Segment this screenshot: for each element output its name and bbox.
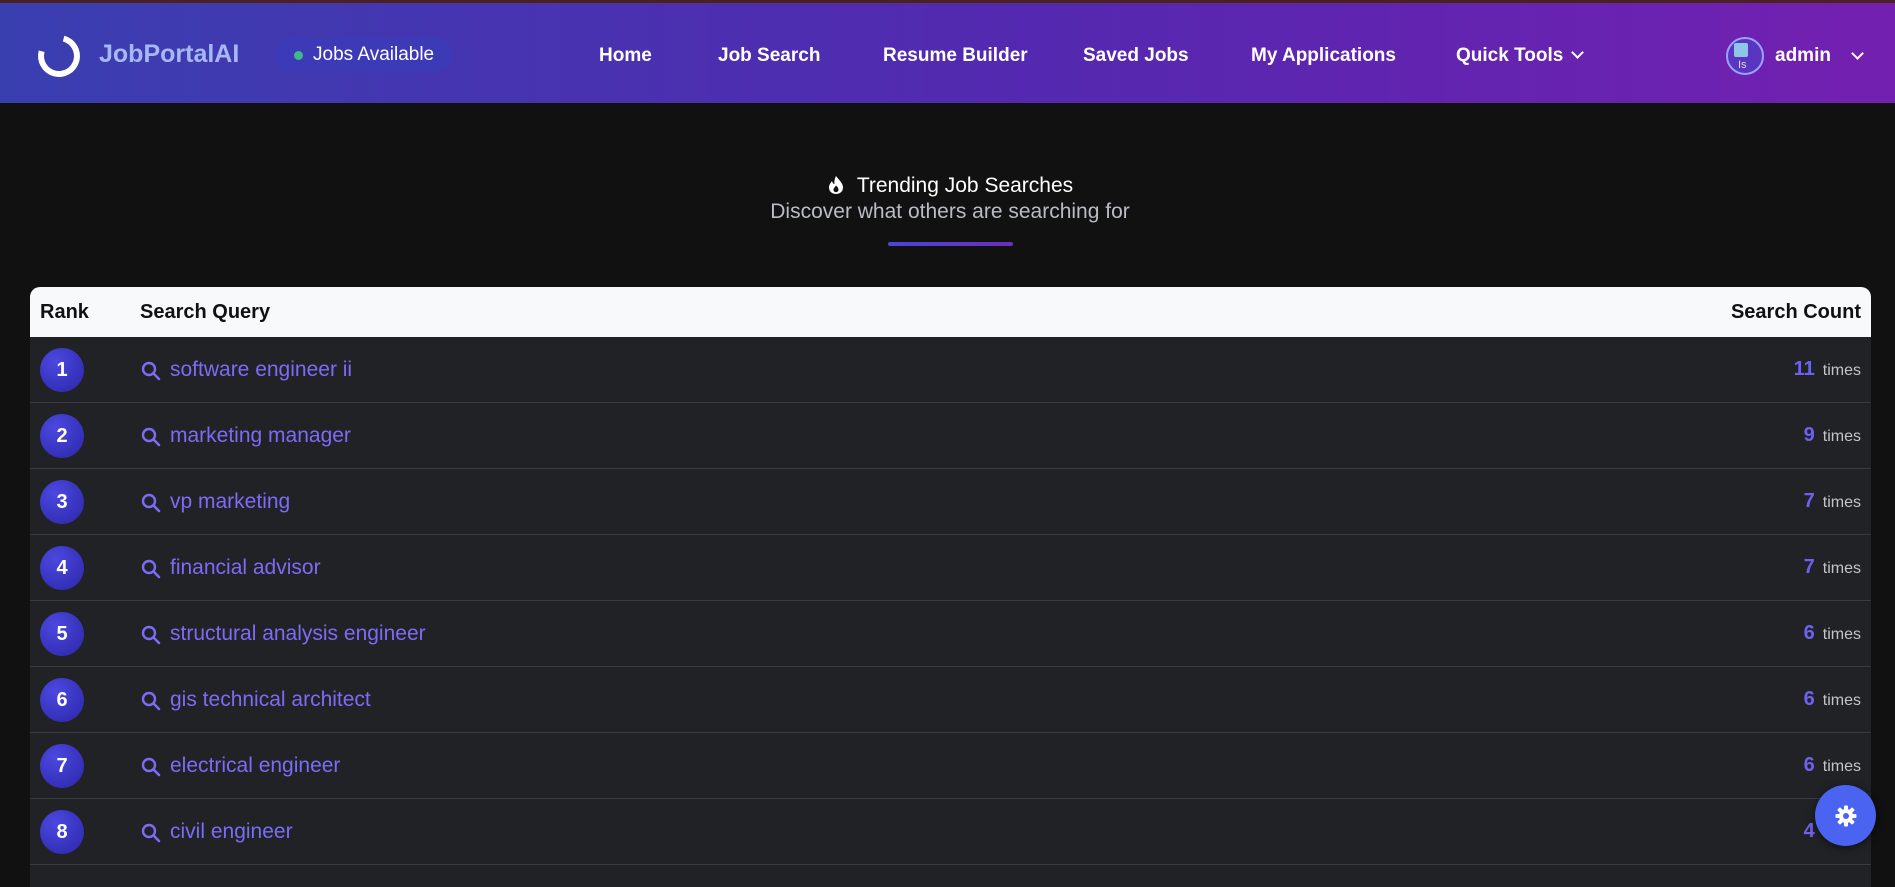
- table-row[interactable]: 7 electrical engineer 6 times: [30, 733, 1871, 799]
- header-rank: Rank: [40, 301, 89, 323]
- nav-home[interactable]: Home: [599, 45, 652, 67]
- search-icon: [141, 625, 161, 645]
- search-query-link[interactable]: software engineer ii: [170, 358, 352, 382]
- rank-badge: 4: [40, 546, 84, 590]
- search-count: 7 times: [1804, 556, 1861, 579]
- trending-searches-table: Rank Search Query Search Count 1 software…: [30, 287, 1871, 887]
- brand-name[interactable]: JobPortalAI: [99, 40, 239, 69]
- search-count: 6 times: [1804, 688, 1861, 711]
- search-count: 6 times: [1804, 754, 1861, 777]
- rank-badge: 2: [40, 414, 84, 458]
- logo-ring-icon[interactable]: [30, 27, 88, 85]
- status-dot-icon: [294, 50, 303, 60]
- nav-saved-jobs[interactable]: Saved Jobs: [1083, 45, 1189, 67]
- rank-badge: 3: [40, 480, 84, 524]
- search-count-value: 7: [1803, 556, 1815, 578]
- title-underline: [888, 242, 1013, 246]
- search-count-value: 6: [1803, 622, 1815, 644]
- table-row[interactable]: 2 marketing manager 9 times: [30, 403, 1871, 469]
- chevron-down-icon: [1571, 46, 1585, 59]
- search-count-value: 4: [1803, 820, 1815, 842]
- search-count-value: 11: [1793, 358, 1815, 380]
- user-name[interactable]: admin: [1775, 45, 1831, 67]
- search-icon: [141, 559, 161, 579]
- jobs-available-badge: Jobs Available: [274, 37, 453, 73]
- rank-badge: 1: [40, 348, 84, 392]
- search-icon: [141, 427, 161, 447]
- nav-resume-builder[interactable]: Resume Builder: [883, 45, 1028, 67]
- search-count: 11 times: [1794, 358, 1861, 381]
- search-query-link[interactable]: electrical engineer: [170, 754, 340, 778]
- search-icon: [141, 493, 161, 513]
- search-count-unit: times: [1822, 494, 1861, 511]
- search-query-link[interactable]: financial advisor: [170, 556, 321, 580]
- gear-icon: [1835, 805, 1856, 826]
- search-query-link[interactable]: civil engineer: [170, 820, 293, 844]
- header-search-query: Search Query: [140, 301, 271, 323]
- table-body: 1 software engineer ii 11 times 2 marketing m…: [30, 337, 1871, 865]
- search-count-unit: times: [1822, 758, 1861, 775]
- table-row[interactable]: 3 vp marketing 7 times: [30, 469, 1871, 535]
- nav-quick-tools[interactable]: Quick Tools: [1456, 45, 1585, 67]
- table-row[interactable]: 1 software engineer ii 11 times: [30, 337, 1871, 403]
- header-search-count: Search Count: [1730, 301, 1861, 323]
- section-title-text: Trending Job Searches: [856, 174, 1074, 197]
- search-query-link[interactable]: vp marketing: [170, 490, 290, 514]
- search-count: 9 times: [1804, 424, 1861, 447]
- table-row[interactable]: 4 financial advisor 7 times: [30, 535, 1871, 601]
- search-count-unit: times: [1822, 362, 1861, 379]
- broken-image-icon: [1734, 43, 1748, 57]
- avatar-alt-text: Is: [1738, 59, 1747, 71]
- search-count: 6 times: [1804, 622, 1861, 645]
- avatar[interactable]: Is: [1726, 37, 1764, 75]
- fire-icon: [828, 176, 843, 194]
- settings-button[interactable]: [1815, 785, 1876, 846]
- rank-badge: 5: [40, 612, 84, 656]
- search-icon: [141, 757, 161, 777]
- nav-my-applications[interactable]: My Applications: [1251, 45, 1396, 67]
- search-count-value: 7: [1803, 490, 1815, 512]
- table-row[interactable]: 6 gis technical architect 6 times: [30, 667, 1871, 733]
- search-icon: [141, 361, 161, 381]
- nav-job-search[interactable]: Job Search: [718, 45, 820, 67]
- search-query-link[interactable]: marketing manager: [170, 424, 351, 448]
- section-title: Trending Job Searches: [0, 172, 1895, 198]
- search-icon: [141, 691, 161, 711]
- table-row[interactable]: 8civil engineer4times: [30, 799, 1871, 865]
- search-query-link[interactable]: gis technical architect: [170, 688, 371, 712]
- table-row[interactable]: 5 structural analysis engineer 6 times: [30, 601, 1871, 667]
- quick-tools-label: Quick Tools: [1456, 45, 1564, 66]
- rank-badge: 6: [40, 678, 84, 722]
- search-count-unit: times: [1822, 692, 1861, 709]
- search-count-unit: times: [1822, 626, 1861, 643]
- jobs-available-label: Jobs Available: [313, 44, 435, 65]
- user-menu-chevron-icon[interactable]: [1851, 47, 1864, 60]
- search-count: 7 times: [1804, 490, 1861, 513]
- search-count-unit: times: [1822, 560, 1861, 577]
- search-count-value: 6: [1803, 688, 1815, 710]
- rank-badge: 7: [40, 744, 84, 788]
- section-subtitle: Discover what others are searching for: [770, 200, 1130, 223]
- search-query-link[interactable]: structural analysis engineer: [170, 622, 426, 646]
- table-header: Rank Search Query Search Count: [30, 287, 1871, 337]
- search-count-value: 9: [1803, 424, 1815, 446]
- search-count-unit: times: [1822, 428, 1861, 445]
- search-icon: [141, 823, 161, 843]
- rank-badge: 8: [40, 810, 84, 854]
- top-navbar: JobPortalAI Jobs Available Home Job Sear…: [0, 0, 1895, 103]
- search-count-value: 6: [1803, 754, 1815, 776]
